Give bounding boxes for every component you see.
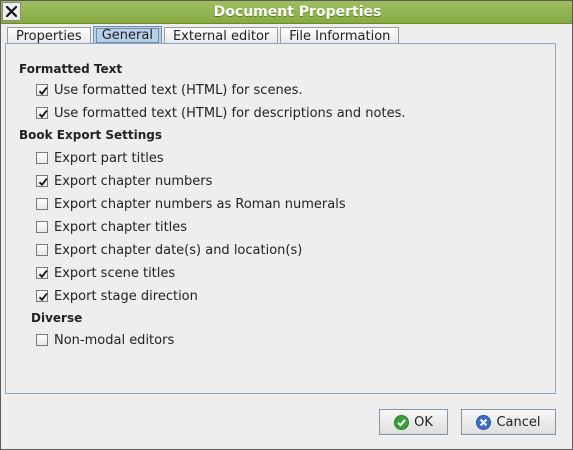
checkbox[interactable] bbox=[36, 267, 48, 279]
general-tab-panel: Formatted Text Use formatted text (HTML)… bbox=[5, 43, 556, 394]
title-bar[interactable]: Document Properties bbox=[1, 1, 572, 24]
dialog-window: Document Properties Properties General E… bbox=[0, 0, 573, 450]
option-export-roman-numerals[interactable]: Export chapter numbers as Roman numerals bbox=[36, 196, 346, 212]
close-button[interactable] bbox=[2, 2, 21, 21]
checkmark-icon bbox=[38, 292, 48, 302]
tab-label: General bbox=[95, 28, 159, 43]
option-html-descriptions[interactable]: Use formatted text (HTML) for descriptio… bbox=[36, 105, 406, 121]
checkmark-icon bbox=[38, 177, 48, 187]
option-html-scenes[interactable]: Use formatted text (HTML) for scenes. bbox=[36, 82, 303, 98]
checkbox[interactable] bbox=[36, 152, 48, 164]
checkbox-label: Export chapter date(s) and location(s) bbox=[54, 242, 303, 258]
option-export-stage-direction[interactable]: Export stage direction bbox=[36, 288, 198, 304]
checkbox-label: Export scene titles bbox=[54, 265, 176, 281]
tab-label: File Information bbox=[289, 29, 391, 44]
ok-label: OK bbox=[414, 414, 433, 430]
checkbox-label: Export chapter titles bbox=[54, 219, 188, 235]
tab-file-information[interactable]: File Information bbox=[280, 27, 400, 44]
checkbox-label: Export chapter numbers bbox=[54, 173, 213, 189]
checkbox[interactable] bbox=[36, 198, 48, 210]
checkbox[interactable] bbox=[36, 107, 48, 119]
tab-label: Properties bbox=[16, 29, 82, 44]
checkmark-icon bbox=[38, 269, 48, 279]
checkbox[interactable] bbox=[36, 244, 48, 256]
section-title-book-export: Book Export Settings bbox=[19, 128, 163, 142]
checkbox-label: Use formatted text (HTML) for descriptio… bbox=[54, 105, 406, 121]
checkbox-label: Export part titles bbox=[54, 150, 164, 166]
section-title-diverse: Diverse bbox=[31, 311, 83, 325]
ok-button[interactable]: OK bbox=[379, 409, 448, 435]
window-title: Document Properties bbox=[213, 4, 382, 20]
checkbox[interactable] bbox=[36, 221, 48, 233]
option-export-part-titles[interactable]: Export part titles bbox=[36, 150, 164, 166]
option-export-chapter-dates[interactable]: Export chapter date(s) and location(s) bbox=[36, 242, 302, 258]
check-circle-icon bbox=[394, 414, 410, 430]
tab-general[interactable]: General bbox=[92, 26, 162, 44]
tab-external-editor[interactable]: External editor bbox=[163, 27, 279, 44]
cancel-button[interactable]: Cancel bbox=[461, 409, 556, 435]
option-export-chapter-titles[interactable]: Export chapter titles bbox=[36, 219, 187, 235]
close-icon bbox=[6, 6, 17, 17]
option-non-modal-editors[interactable]: Non-modal editors bbox=[36, 332, 174, 348]
tab-bar: Properties General External editor File … bbox=[7, 26, 401, 44]
checkbox[interactable] bbox=[36, 84, 48, 96]
checkmark-icon bbox=[38, 109, 48, 119]
option-export-scene-titles[interactable]: Export scene titles bbox=[36, 265, 175, 281]
section-title-formatted-text: Formatted Text bbox=[19, 62, 123, 76]
checkbox[interactable] bbox=[36, 334, 48, 346]
checkbox[interactable] bbox=[36, 290, 48, 302]
cancel-label: Cancel bbox=[496, 414, 541, 430]
option-export-chapter-numbers[interactable]: Export chapter numbers bbox=[36, 173, 212, 189]
checkbox-label: Use formatted text (HTML) for scenes. bbox=[54, 82, 303, 98]
checkbox[interactable] bbox=[36, 175, 48, 187]
checkmark-icon bbox=[38, 86, 48, 96]
tab-properties[interactable]: Properties bbox=[7, 27, 91, 44]
tab-label: External editor bbox=[172, 29, 270, 44]
checkbox-label: Export stage direction bbox=[54, 288, 198, 304]
cancel-circle-icon bbox=[476, 414, 492, 430]
checkbox-label: Non-modal editors bbox=[54, 332, 175, 348]
checkbox-label: Export chapter numbers as Roman numerals bbox=[54, 196, 346, 212]
